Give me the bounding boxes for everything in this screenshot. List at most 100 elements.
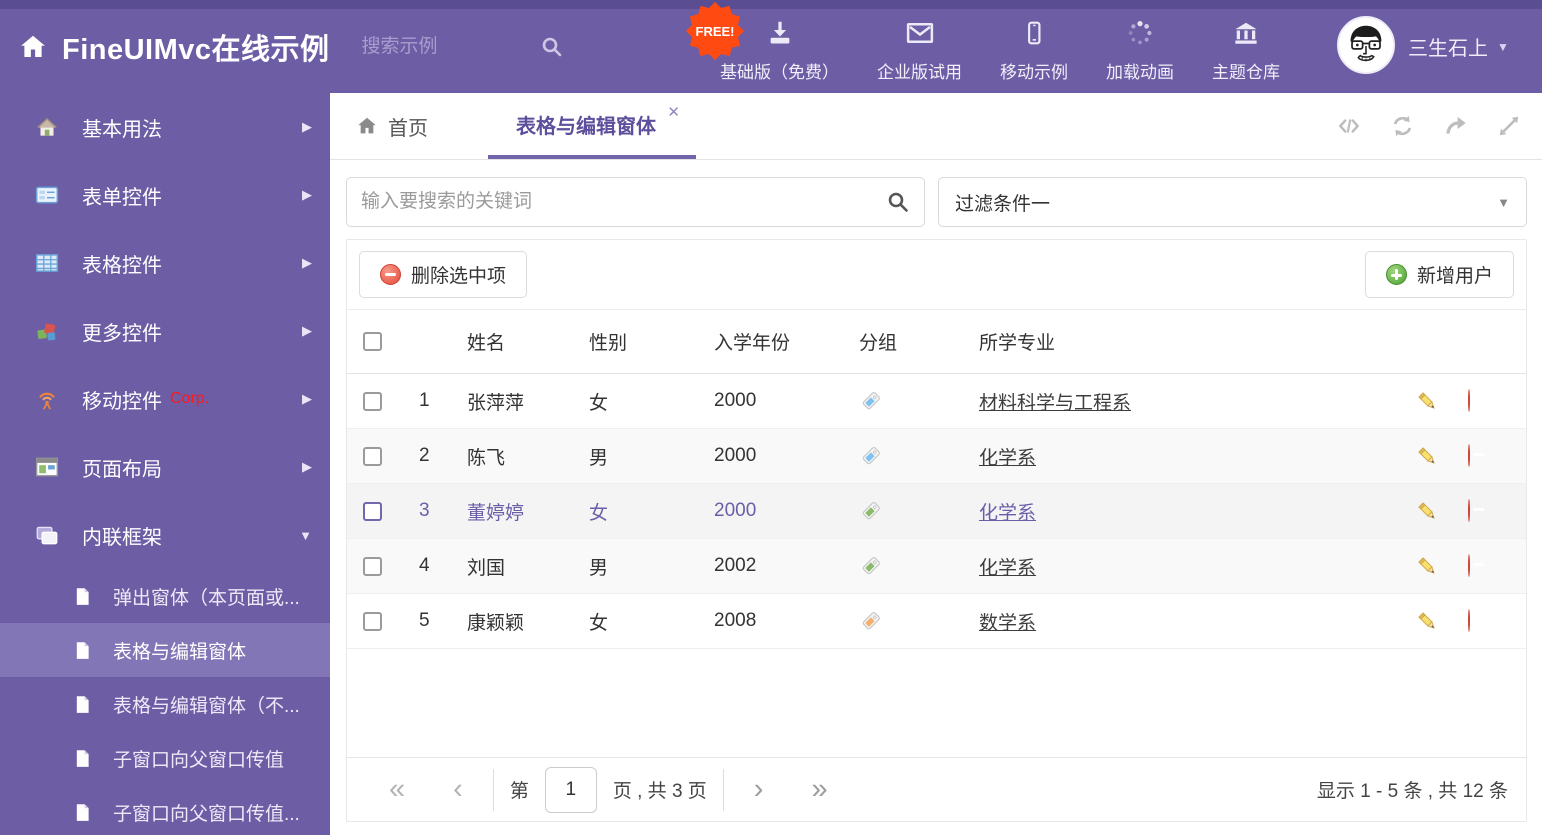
delete-icon[interactable] [1468,499,1526,522]
sidebar-subitem-popup-window[interactable]: 弹出窗体（本页面或... [0,569,330,623]
sidebar-subitem-grid-edit-window[interactable]: 表格与编辑窗体 [0,623,330,677]
share-icon[interactable] [1442,113,1470,139]
header-nav-item-enterprise[interactable]: 企业版试用 [877,14,962,83]
file-icon [72,640,93,661]
row-checkbox[interactable] [363,611,382,631]
filter-dropdown[interactable]: 过滤条件一 ▼ [938,177,1527,227]
sidebar-item-grid-controls[interactable]: 表格控件 ▶ [0,229,330,297]
sidebar-item-form-controls[interactable]: 表单控件 ▶ [0,161,330,229]
tag-icon [859,554,979,578]
sidebar-item-label: 页面布局 [82,458,162,481]
header-nav-item-loading[interactable]: 加载动画 [1106,14,1174,83]
cell-name: 董婷婷 [467,502,525,524]
row-checkbox[interactable] [363,556,382,576]
edit-icon[interactable] [1416,555,1468,578]
delete-icon[interactable] [1468,609,1526,632]
tab-grid-edit-window[interactable]: 表格与编辑窗体 ✕ [488,93,696,159]
expand-icon[interactable] [1496,113,1522,139]
row-checkbox[interactable] [363,391,382,411]
cell-year: 2002 [714,555,757,576]
sidebar-item-iframe[interactable]: 内联框架 ▼ [0,501,330,569]
edit-icon[interactable] [1416,445,1468,468]
edit-icon[interactable] [1416,390,1468,413]
sidebar-subitem-grid-edit-window-no[interactable]: 表格与编辑窗体（不... [0,677,330,731]
tab-home[interactable]: 首页 [330,93,454,159]
table-row[interactable]: 4 刘国 男 2002 化学系 [347,539,1526,594]
delete-icon[interactable] [1468,389,1526,412]
top-header: FineUIMvc在线示例 FREE! 基础版（免费） 企业版试用 移动示例 [0,0,1542,93]
column-header-year: 入学年份 [714,333,791,354]
row-index: 5 [419,610,430,631]
file-icon [72,586,93,607]
header-nav-item-basic[interactable]: 基础版（免费） [720,14,839,83]
header-search-input[interactable] [361,35,532,58]
row-checkbox[interactable] [363,446,382,466]
sidebar-item-page-layout[interactable]: 页面布局 ▶ [0,433,330,501]
home-icon[interactable] [18,32,48,62]
avatar[interactable] [1337,16,1395,74]
header-nav-item-mobile[interactable]: 移动示例 [1000,14,1068,83]
divider [722,768,724,811]
tab-label: 首页 [388,117,428,140]
page-input[interactable] [544,766,597,813]
minus-circle-icon [1468,499,1470,522]
frames-icon [34,522,60,548]
major-link[interactable]: 化学系 [979,558,1036,579]
prev-page-button[interactable]: ‹ [429,775,487,804]
bank-icon [1230,14,1262,52]
header-nav-item-themes[interactable]: 主题仓库 [1212,14,1280,83]
table-row[interactable]: 3 董婷婷 女 2000 化学系 [347,484,1526,539]
sidebar-subitem-label: 子窗口向父窗口传值... [113,803,300,825]
spinner-icon [1125,14,1155,52]
sidebar-item-more-controls[interactable]: 更多控件 ▶ [0,297,330,365]
sidebar-subitem-child-to-parent-2[interactable]: 子窗口向父窗口传值... [0,785,330,835]
filter-row: 过滤条件一 ▼ [346,177,1527,227]
sidebar-item-label: 基本用法 [82,118,162,141]
grid-toolbar: 删除选中项 新增用户 [347,240,1526,310]
row-checkbox[interactable] [363,501,382,521]
sidebar-subitem-label: 表格与编辑窗体 [113,641,247,663]
delete-selected-button[interactable]: 删除选中项 [359,251,528,298]
last-page-button[interactable]: » [787,775,851,804]
sidebar-subitem-label: 子窗口向父窗口传值 [113,749,285,771]
row-index: 4 [419,555,430,576]
download-icon [765,14,795,52]
major-link[interactable]: 数学系 [979,613,1036,634]
first-page-button[interactable]: « [365,775,429,804]
chevron-right-icon: ▶ [302,323,312,338]
corp-badge: Corp. [170,390,210,407]
tag-icon [859,609,979,633]
column-header-gender: 性别 [589,333,628,354]
grid-panel: 删除选中项 新增用户 姓名 性别 入学年份 分组 所学专业 1 张萍萍女 2000 材… [346,239,1527,822]
dropdown-caret-icon: ▼ [1497,194,1510,210]
next-page-button[interactable]: › [730,775,788,804]
close-icon[interactable]: ✕ [667,103,680,121]
major-link[interactable]: 化学系 [979,448,1036,469]
select-all-checkbox[interactable] [363,332,382,351]
chevron-down-icon: ▼ [299,527,312,543]
cell-year: 2000 [714,390,757,411]
refresh-icon[interactable] [1389,113,1416,139]
page-suffix: 页 , 共 3 页 [612,781,707,802]
edit-icon[interactable] [1416,500,1468,523]
delete-icon[interactable] [1468,444,1526,467]
table-row[interactable]: 1 张萍萍 女 2000 材料科学与工程系 [347,374,1526,429]
delete-icon[interactable] [1468,554,1526,577]
edit-icon[interactable] [1416,610,1468,633]
table-row[interactable]: 5 康颖颖 女 2008 数学系 [347,594,1526,649]
add-user-button[interactable]: 新增用户 [1364,251,1514,298]
magnifier-icon[interactable] [886,190,910,214]
sidebar-item-basic-usage[interactable]: 基本用法 ▶ [0,93,330,161]
code-icon[interactable] [1335,113,1363,139]
sidebar-subitem-label: 弹出窗体（本页面或... [113,587,300,609]
cell-gender: 女 [589,502,609,524]
file-icon [72,694,93,715]
search-icon[interactable] [540,35,564,59]
sidebar-subitem-child-to-parent[interactable]: 子窗口向父窗口传值 [0,731,330,785]
major-link[interactable]: 化学系 [979,503,1036,524]
major-link[interactable]: 材料科学与工程系 [979,393,1131,414]
sidebar-item-mobile-controls[interactable]: 移动控件 Corp. ▶ [0,365,330,433]
keyword-search-input[interactable] [361,191,886,213]
table-row[interactable]: 2 陈飞 男 2000 化学系 [347,429,1526,484]
user-menu[interactable]: 三生石上 ▼ [1408,32,1509,61]
